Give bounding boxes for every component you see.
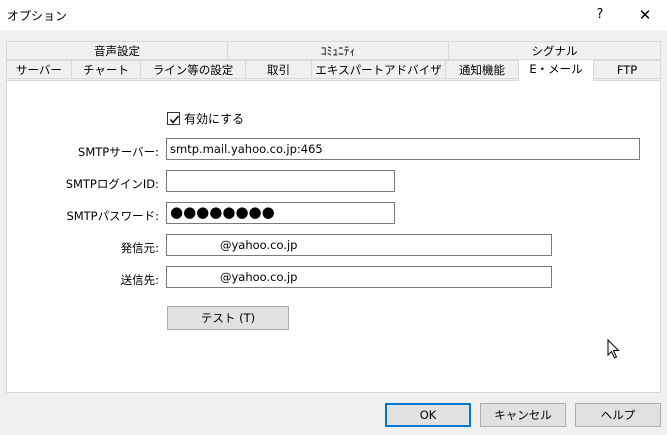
tab-server[interactable]: サーバー bbox=[6, 60, 72, 79]
tab-sound[interactable]: 音声設定 bbox=[6, 41, 228, 60]
help-button[interactable]: ヘルプ bbox=[575, 403, 661, 427]
smtp-server-label: SMTPサーバー: bbox=[78, 145, 159, 159]
tab-expert-advisors[interactable]: エキスパートアドバイザ bbox=[311, 60, 446, 79]
ok-button[interactable]: OK bbox=[385, 403, 471, 427]
check-icon bbox=[169, 115, 180, 124]
close-icon[interactable]: ✕ bbox=[625, 0, 665, 30]
from-label: 発信元: bbox=[120, 241, 159, 255]
help-icon[interactable]: ? bbox=[580, 0, 620, 30]
test-button[interactable]: テスト (T) bbox=[167, 306, 289, 330]
tab-objects[interactable]: ライン等の設定 bbox=[140, 60, 246, 79]
cancel-button[interactable]: キャンセル bbox=[480, 403, 566, 427]
smtp-login-input[interactable] bbox=[166, 170, 395, 192]
tab-trade[interactable]: 取引 bbox=[245, 60, 312, 79]
tab-notifications[interactable]: 通知機能 bbox=[445, 60, 519, 79]
tab-chart[interactable]: チャート bbox=[71, 60, 141, 79]
tab-signals[interactable]: シグナル bbox=[448, 41, 661, 60]
mouse-cursor-icon bbox=[607, 339, 620, 359]
to-label: 送信先: bbox=[120, 273, 159, 287]
window-title: オプション bbox=[7, 9, 68, 23]
to-input[interactable]: @yahoo.co.jp bbox=[166, 266, 552, 288]
smtp-login-label: SMTPログインID: bbox=[65, 177, 159, 191]
enable-checkbox[interactable] bbox=[167, 112, 180, 125]
tab-community[interactable]: ｺﾐｭﾆﾃｨ bbox=[227, 41, 449, 60]
tab-email[interactable]: E・メール bbox=[518, 59, 594, 81]
smtp-password-input[interactable]: ●●●●●●●● bbox=[166, 202, 395, 224]
title-bar: オプション ? ✕ bbox=[0, 0, 667, 30]
from-input[interactable]: @yahoo.co.jp bbox=[166, 234, 552, 256]
enable-label: 有効にする bbox=[184, 112, 245, 126]
tab-ftp[interactable]: FTP bbox=[593, 60, 661, 79]
smtp-password-label: SMTPパスワード: bbox=[66, 209, 159, 223]
smtp-server-input[interactable]: smtp.mail.yahoo.co.jp:465 bbox=[166, 138, 640, 160]
